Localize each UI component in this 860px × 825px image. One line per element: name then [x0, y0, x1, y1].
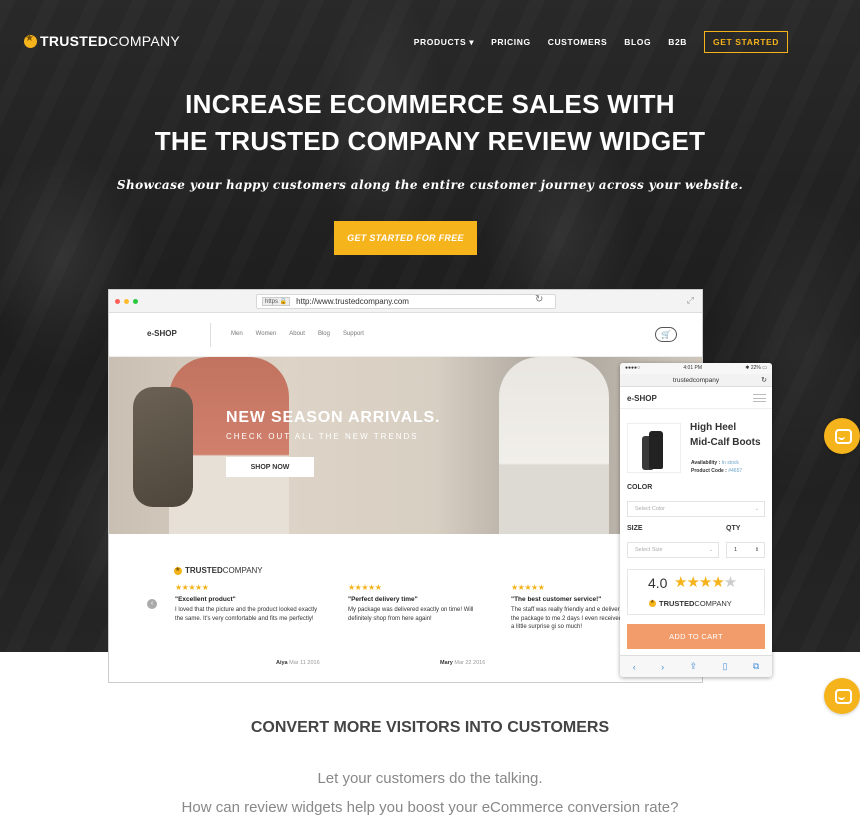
qty-label: QTY — [726, 525, 741, 532]
stepper-icon: ⇕ — [754, 547, 759, 553]
shop-banner: NEW SEASON ARRIVALS. CHECK OUT ALL THE N… — [109, 357, 702, 534]
chat-icon[interactable] — [824, 678, 860, 714]
hero-subtitle: Showcase your happy customers along the … — [116, 178, 744, 192]
rating-stars: ★★★★★ — [511, 583, 545, 592]
minimize-dot-icon — [124, 299, 129, 304]
review-text: The staff was really friendly and e deli… — [511, 607, 623, 630]
review-card: ★★★★★ "The best customer service!" The s… — [511, 583, 623, 632]
color-label: COLOR — [627, 484, 653, 491]
shop-now-button[interactable]: SHOP NOW — [226, 457, 314, 477]
shop-header: e-SHOP Men Women About Blog Support 🛒 — [109, 313, 702, 357]
share-icon[interactable]: ⇪ — [690, 661, 698, 672]
phone-browser-toolbar: ‹ › ⇪ ▯ ⧉ — [620, 655, 772, 677]
nav-b2b[interactable]: B2B — [668, 37, 687, 47]
browser-mockup: https 🔒 http://www.trustedcompany.com ↻ … — [109, 290, 702, 682]
banner-subtitle: CHECK OUT ALL THE NEW TRENDS — [226, 432, 419, 441]
chevron-down-icon: ⌄ — [754, 506, 759, 512]
shop-logo[interactable]: e-SHOP — [147, 329, 177, 338]
product-meta: Availability : In stock Product Code : #… — [691, 460, 743, 474]
add-to-cart-button[interactable]: ADD TO CART — [627, 624, 765, 649]
reload-icon[interactable]: ↻ — [761, 374, 767, 387]
review-text: I loved that the picture and the product… — [175, 607, 318, 622]
shop-nav: Men Women About Blog Support — [231, 331, 364, 337]
section-line1: Let your customers do the talking. — [317, 770, 543, 787]
get-started-free-button[interactable]: GET STARTED FOR FREE — [334, 221, 477, 255]
shop-link-support[interactable]: Support — [343, 331, 364, 337]
star-badge-icon — [174, 566, 182, 575]
review-card: ★★★★★ "Perfect delivery time" My package… — [348, 583, 498, 623]
section-line2: How can review widgets help you boost yo… — [181, 799, 679, 816]
browser-toolbar: https 🔒 http://www.trustedcompany.com ↻ … — [109, 290, 702, 313]
review-title: "Excellent product" — [175, 596, 236, 603]
model-photo-right — [499, 357, 609, 534]
chat-icon[interactable] — [824, 418, 860, 454]
product-name: High Heel Mid-Calf Boots — [690, 422, 761, 448]
banner-title: NEW SEASON ARRIVALS. — [226, 409, 441, 426]
reload-icon[interactable]: ↻ — [535, 294, 543, 305]
hero-title-line2: THE TRUSTED COMPANY REVIEW WIDGET — [154, 126, 706, 156]
phone-mockup: ●●●●○ 4:01 PM ✱ 22% ▭ trustedcompany ↻ e… — [620, 363, 772, 677]
review-author: Aiya Mar 11 2016 — [276, 660, 320, 666]
rating-widget-logo: TRUSTEDCOMPANY — [649, 599, 732, 608]
brand-logo[interactable]: TRUSTEDCOMPANY — [24, 33, 180, 49]
rating-stars: ★★★★★ — [674, 574, 737, 591]
review-card: ★★★★★ "Excellent product" I loved that t… — [175, 583, 325, 623]
carousel-prev-icon[interactable]: ‹ — [147, 599, 157, 609]
rating-widget: 4.0 ★★★★★ TRUSTEDCOMPANY — [627, 569, 765, 615]
bookmarks-icon[interactable]: ▯ — [722, 661, 727, 672]
star-badge-icon — [24, 33, 37, 48]
section-title: CONVERT MORE VISITORS INTO CUSTOMERS — [250, 719, 610, 736]
https-badge: https 🔒 — [262, 297, 291, 306]
product-image — [627, 423, 681, 473]
review-text: My package was delivered exactly on time… — [348, 607, 474, 622]
shop-logo[interactable]: e-SHOP — [627, 394, 657, 403]
top-nav: PRODUCTS ▾ PRICING CUSTOMERS BLOG B2B GE… — [414, 31, 788, 53]
size-select[interactable]: Select Size ⌄ — [627, 542, 719, 558]
phone-shop-header: e-SHOP — [620, 387, 772, 409]
nav-products[interactable]: PRODUCTS ▾ — [414, 37, 474, 48]
back-icon[interactable]: ‹ — [633, 662, 636, 672]
chevron-down-icon: ⌄ — [708, 547, 713, 553]
shop-link-women[interactable]: Women — [256, 331, 277, 337]
shop-link-blog[interactable]: Blog — [318, 331, 330, 337]
quantity-stepper[interactable]: 1 ⇕ — [726, 542, 765, 558]
rating-stars: ★★★★★ — [175, 583, 209, 592]
review-title: "The best customer service!" — [511, 596, 602, 603]
nav-customers[interactable]: CUSTOMERS — [548, 37, 608, 47]
review-widget-logo: TRUSTEDCOMPANY — [174, 566, 263, 575]
review-title: "Perfect delivery time" — [348, 596, 418, 603]
browser-url-bar[interactable]: https 🔒 http://www.trustedcompany.com — [256, 294, 556, 309]
expand-icon[interactable]: ⤢ — [687, 295, 694, 306]
phone-url-bar[interactable]: trustedcompany ↻ — [620, 374, 772, 387]
nav-pricing[interactable]: PRICING — [491, 37, 531, 47]
rating-score: 4.0 — [648, 575, 668, 591]
get-started-button[interactable]: GET STARTED — [704, 31, 788, 53]
phone-status-bar: ●●●●○ 4:01 PM ✱ 22% ▭ — [620, 363, 772, 374]
hero-title-line1: INCREASE ECOMMERCE SALES WITH — [185, 89, 675, 119]
maximize-dot-icon — [133, 299, 138, 304]
star-badge-icon — [649, 599, 656, 607]
color-select[interactable]: Select Color ⌄ — [627, 501, 765, 517]
review-author: Mary Mar 22 2016 — [440, 660, 486, 666]
tabs-icon[interactable]: ⧉ — [753, 661, 759, 672]
close-dot-icon — [115, 299, 120, 304]
browser-url: http://www.trustedcompany.com — [296, 297, 409, 306]
nav-blog[interactable]: BLOG — [624, 37, 651, 47]
rating-stars: ★★★★★ — [348, 583, 382, 592]
cart-icon[interactable]: 🛒 — [655, 327, 677, 342]
divider — [210, 323, 211, 347]
boot-icon — [649, 431, 663, 469]
shop-link-about[interactable]: About — [289, 331, 305, 337]
size-label: SIZE — [627, 525, 643, 532]
shop-link-men[interactable]: Men — [231, 331, 243, 337]
jacket-photo — [133, 387, 193, 507]
hamburger-menu-icon[interactable] — [753, 394, 766, 402]
forward-icon[interactable]: › — [661, 662, 664, 672]
